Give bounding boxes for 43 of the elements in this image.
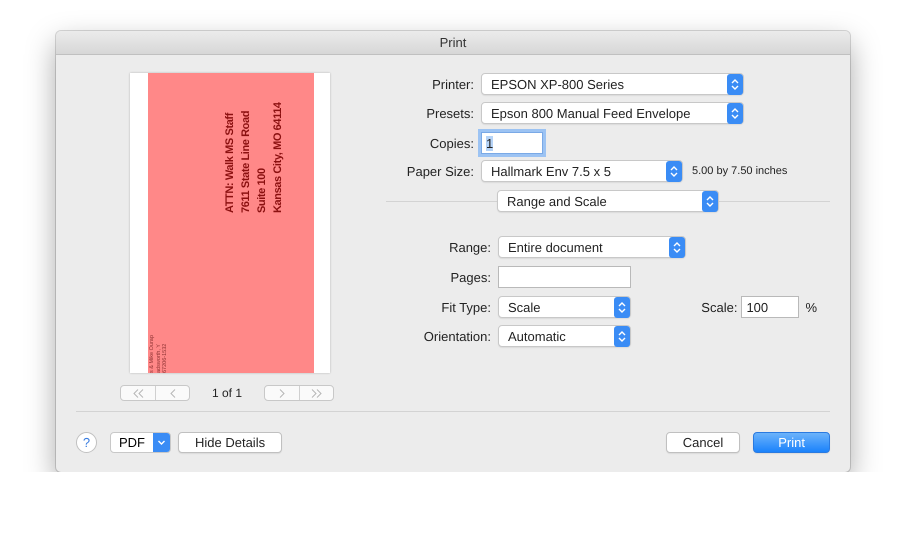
pdf-menu-button[interactable]: PDF (110, 432, 171, 453)
input-field[interactable]: 100 (741, 296, 800, 318)
field-label: Presets: (425, 106, 475, 120)
window-title: Print (56, 31, 850, 55)
popup-menu[interactable]: Scale (498, 296, 631, 318)
stepper-arrows-icon (669, 237, 685, 258)
recipient-address-line: ATTN: Walk MS Staff (223, 113, 237, 213)
field-label: Fit Type: (440, 300, 492, 314)
chevron-down-icon (153, 433, 170, 452)
field-label: Paper Size: (406, 164, 475, 178)
field-label: Pages: (450, 270, 492, 284)
field-label: Scale: (701, 300, 738, 314)
recipient-address-line: Suite 100 (255, 168, 269, 213)
page-indicator: 1 of 1 (212, 386, 242, 400)
paper-size-dimensions: 5.00 by 7.50 inches (692, 165, 788, 177)
chevron-icon (279, 388, 285, 398)
input-field[interactable]: 1 (481, 132, 543, 154)
stepper-arrows-icon (614, 326, 630, 347)
field-label: Orientation: (422, 328, 492, 344)
stepper-arrows-icon (614, 297, 630, 318)
section-popup-menu[interactable]: Range and Scale (497, 190, 719, 212)
popup-menu[interactable]: Automatic (498, 325, 631, 347)
percent-unit: % (805, 300, 817, 314)
recipient-address-line: Kansas City, MO 64114 (271, 102, 285, 213)
recipient-address-line: 7611 State Line Road (239, 110, 253, 213)
chevron-icon (170, 388, 176, 398)
popup-menu[interactable]: EPSON XP-800 Series (481, 73, 744, 95)
stepper-arrows-icon (666, 161, 682, 182)
dialog-button[interactable]: Cancel (666, 432, 740, 453)
stepper-arrows-icon (727, 74, 743, 95)
input-field[interactable] (498, 266, 631, 288)
chevron-icon (311, 388, 322, 398)
popup-menu[interactable]: Epson 800 Manual Feed Envelope (481, 102, 744, 124)
popup-menu[interactable]: Entire document (498, 236, 686, 258)
chevron-icon (132, 388, 144, 398)
field-label: Range: (448, 240, 492, 254)
help-button[interactable]: ? (76, 432, 97, 453)
stepper-arrows-icon (727, 103, 743, 124)
stepper-arrows-icon (702, 191, 718, 212)
field-label: Printer: (431, 76, 475, 92)
popup-menu[interactable]: Hallmark Env 7.5 x 5 (481, 160, 683, 182)
dialog-button[interactable]: Hide Details (178, 432, 282, 453)
field-label: Copies: (428, 136, 475, 150)
